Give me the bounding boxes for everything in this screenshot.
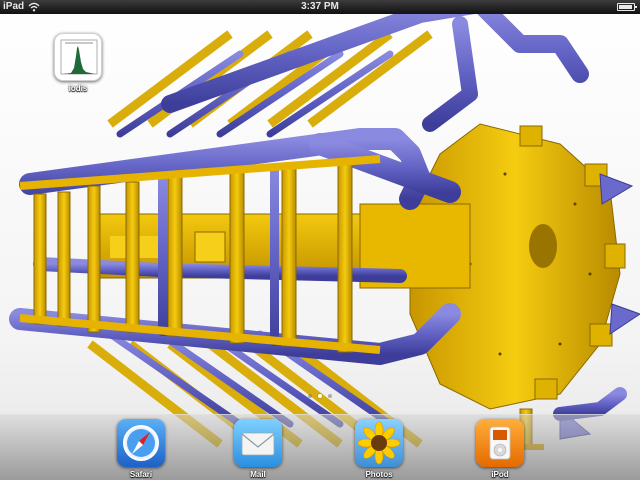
ipod-icon [476, 419, 524, 467]
app-iodis[interactable]: iodis [50, 33, 106, 93]
home-screen: iPad 3:37 PM iodis Safari Mail Photos iP… [0, 0, 640, 480]
app-safari[interactable]: Safari [113, 419, 169, 479]
app-label-ipod: iPod [491, 470, 509, 479]
app-photos[interactable]: Photos [351, 419, 407, 479]
sunflower-icon [355, 419, 403, 467]
page-dot[interactable] [328, 394, 332, 398]
page-dot[interactable] [308, 394, 312, 398]
status-time: 3:37 PM [301, 1, 339, 12]
app-label-safari: Safari [129, 470, 153, 479]
page-dot-active[interactable] [318, 394, 322, 398]
app-label-photos: Photos [365, 470, 393, 479]
app-label-iodis: iodis [68, 84, 88, 93]
page-indicator[interactable] [0, 391, 640, 398]
compass-icon [117, 419, 165, 467]
histogram-app-icon [54, 33, 102, 81]
envelope-icon [234, 419, 282, 467]
app-label-mail: Mail [250, 470, 266, 479]
app-mail[interactable]: Mail [230, 419, 286, 479]
app-ipod[interactable]: iPod [472, 419, 528, 479]
status-bar: iPad 3:37 PM [0, 0, 640, 14]
battery-icon [617, 3, 637, 11]
dock: Safari Mail Photos iPod [0, 414, 640, 480]
